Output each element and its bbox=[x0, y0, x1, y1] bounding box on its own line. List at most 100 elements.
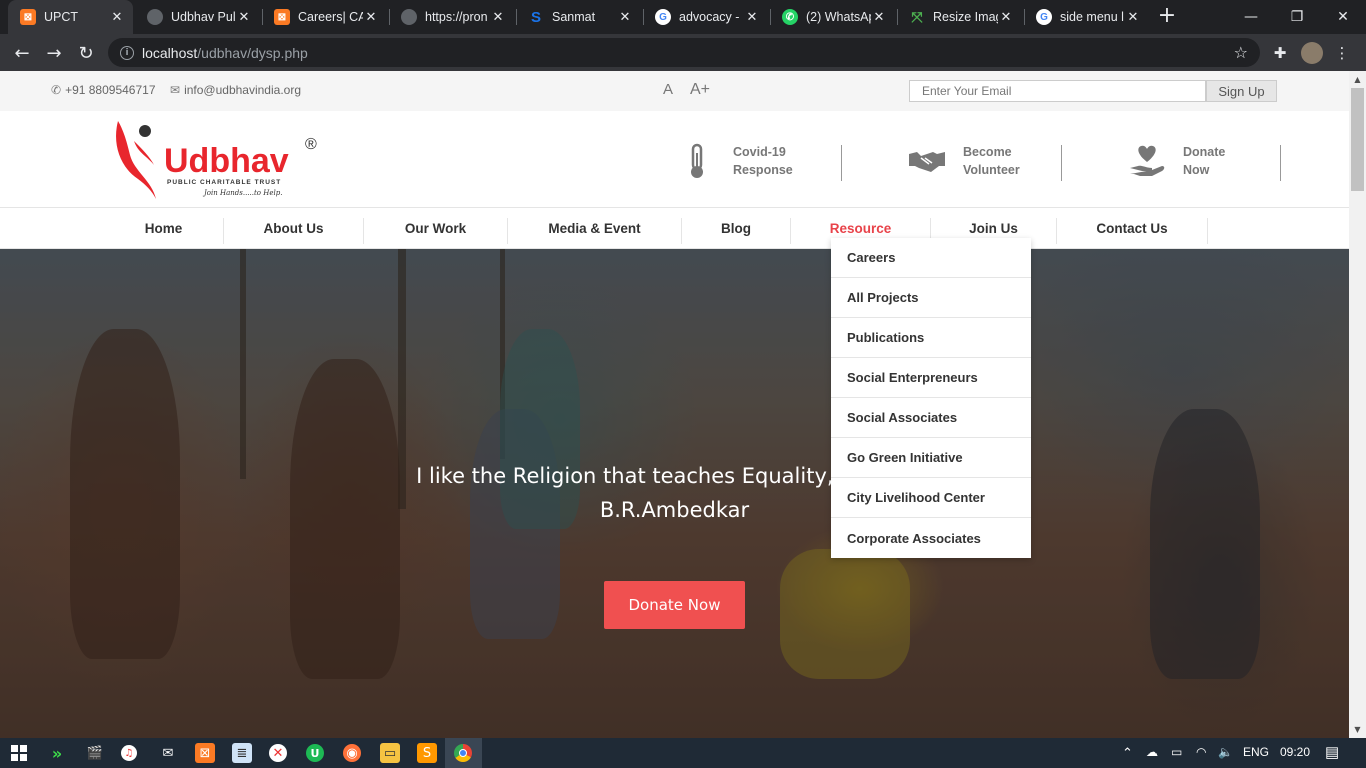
logo-dot bbox=[139, 125, 151, 137]
language-indicator[interactable]: ENG bbox=[1243, 745, 1269, 759]
scroll-up-arrow-icon[interactable]: ▲ bbox=[1349, 71, 1366, 88]
volume-icon[interactable]: 🔈 bbox=[1218, 745, 1233, 759]
hero-slider: I like the Religion that teaches Equalit… bbox=[0, 249, 1349, 738]
close-window-icon[interactable]: ✕ bbox=[1320, 0, 1366, 34]
logo-registered-mark: ® bbox=[305, 136, 317, 153]
close-icon[interactable]: ✕ bbox=[744, 9, 760, 25]
close-icon[interactable]: ✕ bbox=[998, 9, 1014, 25]
dropdown-item-publications[interactable]: Publications bbox=[831, 318, 1031, 358]
cloud-icon[interactable]: ☁ bbox=[1146, 745, 1158, 759]
page-scrollbar[interactable]: ▲ ▼ bbox=[1349, 71, 1366, 738]
email-contact[interactable]: ✉ info@udbhavindia.org bbox=[170, 83, 301, 97]
scroll-down-arrow-icon[interactable]: ▼ bbox=[1349, 721, 1366, 738]
header-divider bbox=[1061, 145, 1062, 181]
resize-icon: ⤧ bbox=[911, 8, 923, 25]
browser-tab-sanmat[interactable]: S Sanmat ✕ bbox=[516, 0, 641, 34]
url-path: /udbhav/dysp.php bbox=[197, 44, 308, 61]
newsletter-email-input[interactable] bbox=[909, 80, 1206, 102]
dropdown-item-social-associates[interactable]: Social Associates bbox=[831, 398, 1031, 438]
site-info-icon[interactable]: i bbox=[120, 45, 134, 60]
dropdown-item-go-green[interactable]: Go Green Initiative bbox=[831, 438, 1031, 478]
browser-tab-careers[interactable]: ⊠ Careers| CA ✕ bbox=[262, 0, 387, 34]
itunes-icon[interactable]: ♫ bbox=[121, 745, 137, 761]
covid-response-link[interactable]: Covid-19 Response bbox=[675, 141, 803, 181]
notepad-icon[interactable]: ≣ bbox=[232, 743, 252, 763]
close-icon[interactable]: ✕ bbox=[109, 9, 125, 25]
browser-tab-side-menu[interactable]: G side menu l ✕ bbox=[1024, 0, 1149, 34]
wifi-icon[interactable]: ◠ bbox=[1196, 745, 1206, 759]
film-clapper-icon[interactable]: 🎬 bbox=[85, 743, 105, 763]
url-bar[interactable]: i localhost/udbhav/dysp.php ☆ bbox=[108, 38, 1260, 67]
chrome-icon[interactable] bbox=[454, 744, 472, 762]
web-page: ✆ +91 8809546717 ✉ info@udbhavindia.org … bbox=[0, 71, 1349, 738]
dropdown-item-careers[interactable]: Careers bbox=[831, 238, 1031, 278]
restore-icon[interactable]: ❐ bbox=[1274, 0, 1320, 34]
xampp-icon[interactable]: ⊠ bbox=[195, 743, 215, 763]
logo-wordmark: Udbhav bbox=[164, 142, 289, 180]
close-icon[interactable]: ✕ bbox=[236, 9, 252, 25]
clock[interactable]: 09:20 bbox=[1280, 745, 1310, 759]
profile-avatar[interactable] bbox=[1301, 42, 1323, 64]
phone-contact: ✆ +91 8809546717 bbox=[51, 83, 156, 97]
header-divider bbox=[1280, 145, 1281, 181]
menu-kebab-icon[interactable]: ⋮ bbox=[1331, 42, 1353, 64]
firefox-icon[interactable]: ◉ bbox=[343, 744, 361, 762]
notification-center-icon[interactable]: ▤ bbox=[1325, 743, 1339, 761]
nav-media-event[interactable]: Media & Event bbox=[508, 208, 681, 248]
nav-separator bbox=[1207, 218, 1208, 244]
close-icon[interactable]: ✕ bbox=[1125, 9, 1141, 25]
nav-home[interactable]: Home bbox=[104, 208, 223, 248]
dropdown-item-corporate-associates[interactable]: Corporate Associates bbox=[831, 518, 1031, 558]
nav-our-work[interactable]: Our Work bbox=[364, 208, 507, 248]
nav-about-us[interactable]: About Us bbox=[224, 208, 363, 248]
close-icon[interactable]: ✕ bbox=[490, 9, 506, 25]
app-chevron-icon[interactable]: » bbox=[47, 743, 67, 763]
sign-up-button[interactable]: Sign Up bbox=[1206, 80, 1277, 102]
bookmark-star-icon[interactable]: ☆ bbox=[1234, 43, 1248, 62]
new-tab-button[interactable]: + bbox=[1155, 5, 1179, 29]
udbhav-logo[interactable]: Udbhav ® PUBLIC CHARITABLE TRUST Join Ha… bbox=[112, 119, 327, 201]
donate-now-link[interactable]: Donate Now bbox=[1125, 141, 1253, 181]
back-arrow-icon[interactable]: ← bbox=[10, 41, 34, 65]
globe-icon bbox=[401, 9, 417, 25]
forward-arrow-icon[interactable]: → bbox=[42, 41, 66, 65]
browser-tab-advocacy[interactable]: G advocacy - ✕ bbox=[643, 0, 768, 34]
close-icon[interactable]: ✕ bbox=[617, 9, 633, 25]
google-icon: G bbox=[655, 9, 671, 25]
browser-tab-whatsapp[interactable]: ✆ (2) WhatsAp ✕ bbox=[770, 0, 895, 34]
logo-tagline: PUBLIC CHARITABLE TRUST bbox=[167, 179, 281, 186]
extensions-puzzle-icon[interactable]: ✚ bbox=[1269, 42, 1291, 64]
top-contact-bar: ✆ +91 8809546717 ✉ info@udbhavindia.org … bbox=[0, 71, 1349, 111]
browser-tab-pron[interactable]: https://pron ✕ bbox=[389, 0, 514, 34]
scrollbar-thumb[interactable] bbox=[1351, 88, 1364, 191]
dropdown-item-city-livelihood[interactable]: City Livelihood Center bbox=[831, 478, 1031, 518]
envelope-icon: ✉ bbox=[170, 83, 181, 97]
tray-chevron-up-icon[interactable]: ⌃ bbox=[1122, 745, 1133, 761]
thermometer-icon bbox=[675, 141, 719, 181]
mail-icon[interactable]: ✉ bbox=[158, 743, 178, 763]
become-volunteer-link[interactable]: Become Volunteer bbox=[905, 141, 1033, 181]
browser-tab-udbhav[interactable]: Udbhav Pul ✕ bbox=[135, 0, 260, 34]
windows-start-icon[interactable] bbox=[9, 743, 29, 763]
file-explorer-icon[interactable]: ▭ bbox=[380, 743, 400, 763]
font-size-normal-button[interactable]: A bbox=[663, 81, 673, 98]
upwork-icon[interactable]: U bbox=[306, 744, 324, 762]
font-size-increase-button[interactable]: A+ bbox=[690, 81, 710, 99]
resource-dropdown-menu: Careers All Projects Publications Social… bbox=[831, 238, 1031, 558]
browser-tab-resize[interactable]: ⤧ Resize Imag ✕ bbox=[897, 0, 1022, 34]
xampp-icon: ⊠ bbox=[20, 9, 36, 25]
nav-blog[interactable]: Blog bbox=[682, 208, 790, 248]
browser-tab-upct[interactable]: ⊠ UPCT ✕ bbox=[8, 0, 133, 34]
minimize-icon[interactable]: — bbox=[1228, 0, 1274, 34]
battery-icon[interactable]: ▭ bbox=[1171, 745, 1182, 759]
reload-icon[interactable]: ↻ bbox=[74, 41, 98, 65]
browser-tab-strip: ⊠ UPCT ✕ Udbhav Pul ✕ ⊠ Careers| CA ✕ ht… bbox=[0, 0, 1366, 34]
dropdown-item-all-projects[interactable]: All Projects bbox=[831, 278, 1031, 318]
close-icon[interactable]: ✕ bbox=[871, 9, 887, 25]
dropdown-item-social-entrepreneurs[interactable]: Social Enterpreneurs bbox=[831, 358, 1031, 398]
donate-now-button[interactable]: Donate Now bbox=[604, 581, 745, 629]
sublime-text-icon[interactable]: S bbox=[417, 743, 437, 763]
close-icon[interactable]: ✕ bbox=[363, 9, 379, 25]
red-x-app-icon[interactable]: ✕ bbox=[269, 744, 287, 762]
nav-contact-us[interactable]: Contact Us bbox=[1057, 208, 1207, 248]
